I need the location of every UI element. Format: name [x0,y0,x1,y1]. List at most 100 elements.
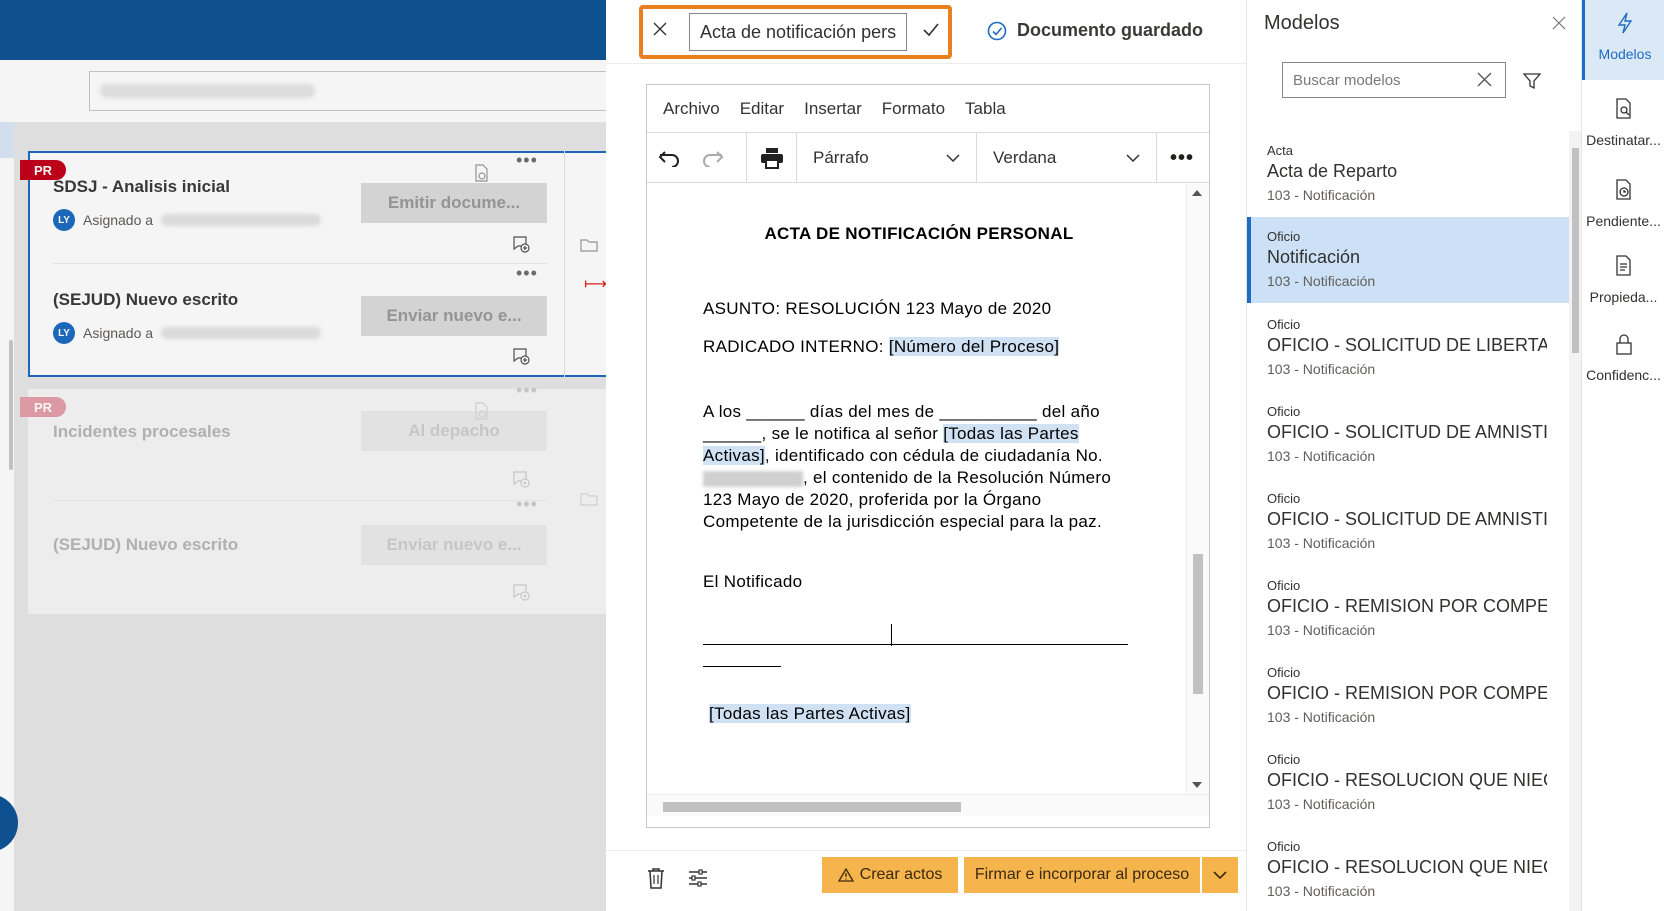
close-icon[interactable] [1552,16,1566,30]
template-subtitle: 103 - Notificación [1267,273,1376,289]
document-radicado: RADICADO INTERNO: [Número del Proceso] [703,337,1060,357]
template-name: OFICIO - REMISION POR COMPETEI [1267,683,1547,703]
menu-format[interactable]: Formato [882,99,945,119]
template-category: Oficio [1267,491,1301,506]
editor-menubar: Archivo Editar Insertar Formato Tabla [647,85,1209,133]
template-category: Oficio [1267,404,1301,419]
scroll-thumb[interactable] [1193,554,1203,694]
more-icon: ••• [1169,146,1194,169]
rail-tab-modelos[interactable]: Modelos [1582,0,1664,80]
template-category: Oficio [1267,665,1301,680]
print-group [747,133,797,183]
rail-label: Modelos [1598,46,1652,62]
document-horizontal-scrollbar[interactable] [647,794,1209,816]
template-category: Acta [1267,143,1294,158]
list-item-selected[interactable]: Oficio Notificación 103 - Notificación [1247,217,1569,303]
rail-label: Pendiente... [1586,213,1661,229]
rail-tab-propiedades[interactable]: Propieda... [1582,243,1664,323]
print-icon[interactable] [760,147,784,169]
confirm-check-icon[interactable] [922,22,940,38]
rail-tab-pendientes[interactable]: Pendiente... [1582,167,1664,247]
list-item[interactable]: Acta Acta de Reparto 103 - Notificación [1247,131,1569,217]
undo-button[interactable] [647,133,691,183]
template-name: OFICIO - SOLICITUD DE LIBERTAD C [1267,335,1547,355]
rail-label: Propieda... [1589,289,1658,305]
document-vertical-scrollbar[interactable] [1186,184,1209,794]
menu-insert[interactable]: Insertar [804,99,862,119]
signature-parties-placeholder[interactable]: [Todas las Partes Activas] [709,704,911,723]
document-clock-icon [1615,179,1631,200]
document-search-icon [1615,98,1631,119]
clear-search-icon[interactable] [1477,72,1492,87]
rail-tab-confidencialidad[interactable]: Confidenc... [1582,321,1664,401]
scroll-thumb[interactable] [1572,148,1579,353]
overlay [0,0,606,911]
editor-footer: Crear actos Firmar e incorporar al proce… [606,850,1246,911]
history-group [647,133,747,183]
list-item[interactable]: Oficio OFICIO - RESOLUCION QUE NIEGA 103… [1247,827,1569,911]
trash-icon[interactable] [646,867,666,889]
template-subtitle: 103 - Notificación [1267,622,1376,638]
template-name: OFICIO - RESOLUCION QUE NIEGA [1267,770,1547,790]
block-format-select[interactable]: Párrafo [797,133,977,183]
close-icon[interactable] [652,21,668,37]
create-acts-label: Crear actos [859,866,943,883]
text-cursor [891,624,892,646]
document-paragraph: A los ______ días del mes de __________ … [703,401,1123,533]
template-category: Oficio [1267,578,1301,593]
document-subject: ASUNTO: RESOLUCIÓN 123 Mayo de 2020 [703,299,1052,318]
signature-name: [Todas las Partes Activas] [709,704,911,724]
document-properties-icon [1615,255,1631,276]
template-name: OFICIO - SOLICITUD DE AMNISTIA - [1267,509,1547,529]
redo-button[interactable] [691,133,735,183]
template-name: OFICIO - SOLICITUD DE AMNISTIA [1267,422,1547,442]
document-name-input[interactable] [689,13,907,51]
list-item[interactable]: Oficio OFICIO - RESOLUCION QUE NIEGA 103… [1247,740,1569,826]
font-family-value: Verdana [993,148,1057,167]
lock-icon [1615,334,1632,355]
template-name: OFICIO - RESOLUCION QUE NIEGA [1267,857,1547,877]
scroll-thumb[interactable] [663,802,961,812]
signature-line [703,644,1128,645]
chevron-down-icon [946,154,960,162]
more-tools-button[interactable]: ••• [1157,133,1207,183]
right-rail: Modelos Destinatar... Pendiente... Propi… [1581,0,1664,911]
rail-label: Confidenc... [1586,367,1661,383]
document-heading: ACTA DE NOTIFICACIÓN PERSONAL [764,224,1074,243]
process-number-placeholder[interactable]: [Número del Proceso] [888,337,1060,356]
sign-options-dropdown[interactable] [1202,857,1238,893]
redacted-id-number [703,470,803,487]
list-item[interactable]: Oficio OFICIO - SOLICITUD DE AMNISTIA 10… [1247,392,1569,478]
rail-tab-destinatarios[interactable]: Destinatar... [1582,86,1664,166]
template-category: Oficio [1267,839,1301,854]
lightning-icon [1617,12,1633,34]
sign-and-incorporate-button[interactable]: Firmar e incorporar al proceso [964,857,1200,893]
sliders-icon[interactable] [687,867,709,889]
notified-label: El Notificado [703,572,803,591]
menu-edit[interactable]: Editar [740,99,784,119]
list-item[interactable]: Oficio OFICIO - REMISION POR COMPETEI 10… [1247,653,1569,739]
list-item[interactable]: Oficio OFICIO - SOLICITUD DE AMNISTIA - … [1247,479,1569,565]
filter-icon[interactable] [1523,72,1541,90]
panel-title: Modelos [1264,12,1340,34]
template-category: Oficio [1267,752,1301,767]
list-item[interactable]: Oficio OFICIO - REMISION POR COMPETEI 10… [1247,566,1569,652]
document-editor-panel: Documento guardado Archivo Editar Insert… [606,0,1246,911]
template-name: Notificación [1267,247,1361,267]
template-subtitle: 103 - Notificación [1267,448,1376,464]
chevron-down-icon [1213,871,1227,879]
editor-toolbar: Párrafo Verdana ••• [647,133,1209,183]
template-subtitle: 103 - Notificación [1267,361,1376,377]
warning-icon [837,868,854,882]
list-item[interactable]: Oficio OFICIO - SOLICITUD DE LIBERTAD C … [1247,305,1569,391]
search-templates-input[interactable] [1282,62,1506,98]
create-acts-button[interactable]: Crear actos [822,857,958,893]
menu-table[interactable]: Tabla [965,99,1006,119]
menu-file[interactable]: Archivo [663,99,720,119]
document-body[interactable]: ACTA DE NOTIFICACIÓN PERSONAL ASUNTO: RE… [653,184,1185,794]
template-subtitle: 103 - Notificación [1267,535,1376,551]
scroll-down-icon[interactable] [1192,782,1202,788]
scroll-up-icon[interactable] [1192,190,1202,196]
font-family-select[interactable]: Verdana [977,133,1157,183]
template-name: OFICIO - REMISION POR COMPETEI [1267,596,1547,616]
